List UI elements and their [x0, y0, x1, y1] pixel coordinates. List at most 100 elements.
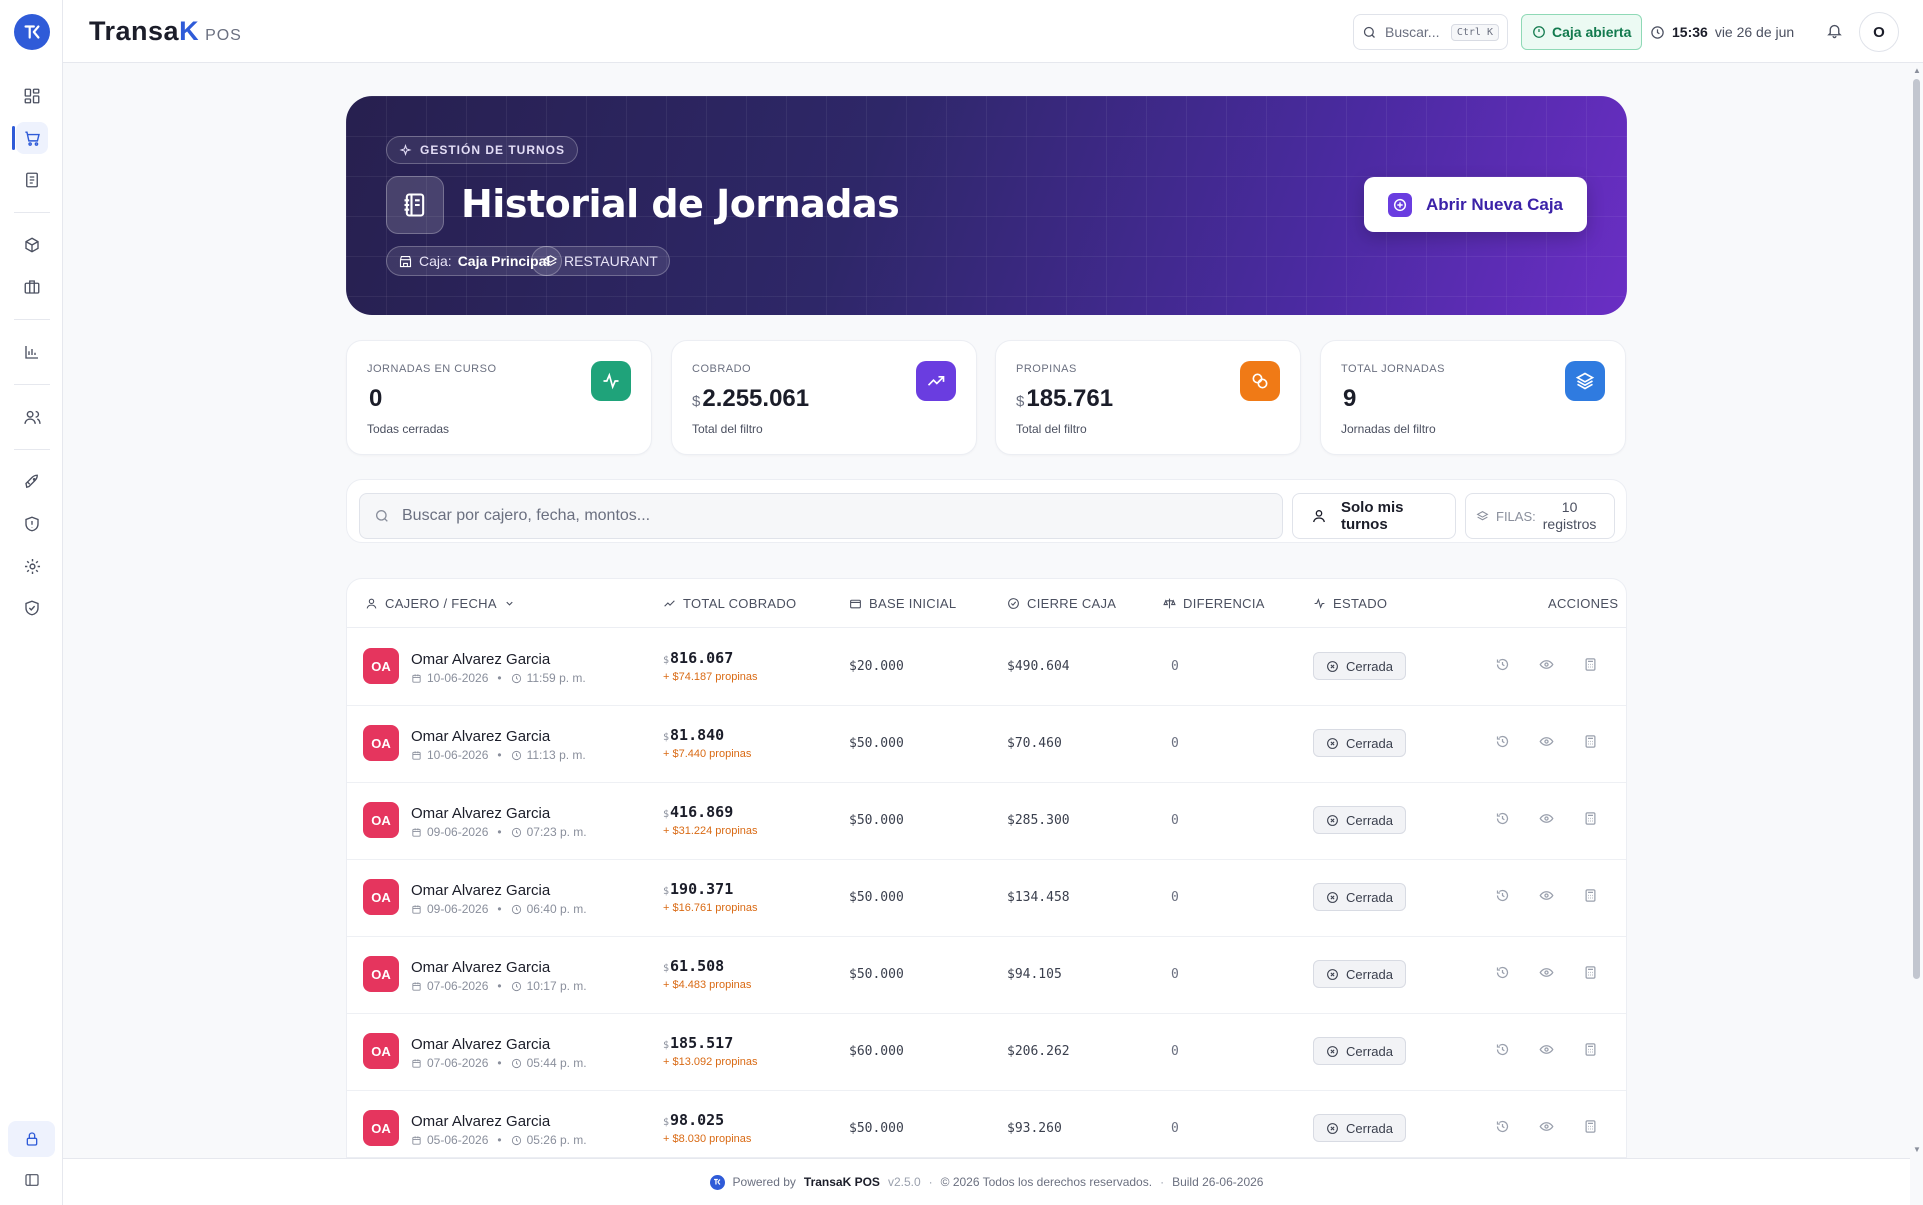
stat-value: $185.761: [1016, 385, 1114, 412]
solo-mis-turnos-button[interactable]: Solo mis turnos: [1292, 493, 1456, 539]
x-circle-icon: [1326, 968, 1339, 981]
stat-label: PROPINAS: [1016, 363, 1077, 375]
page-hero: GESTIÓN DE TURNOS Historial de Jornadas …: [346, 96, 1627, 315]
diferencia: 0: [1171, 1121, 1179, 1136]
history-icon[interactable]: [1495, 734, 1510, 749]
rows-per-page-label: FILAS:: [1496, 508, 1536, 524]
footer-brand[interactable]: TransaK POS: [804, 1175, 880, 1189]
stat-value: 0: [369, 385, 383, 412]
shift-time: 06:40 p. m.: [526, 902, 587, 916]
table-row[interactable]: OA Omar Alvarez Garcia 05-06-2026 • 05:2…: [347, 1091, 1626, 1157]
history-icon[interactable]: [1495, 888, 1510, 903]
jornadas-table: CAJERO / FECHA TOTAL COBRADO BASE INICIA…: [346, 578, 1627, 1158]
diferencia: 0: [1171, 1044, 1179, 1059]
total-cobrado: $185.517: [663, 1034, 734, 1052]
calculator-icon[interactable]: [1583, 1042, 1598, 1057]
cart-icon[interactable]: [12, 122, 48, 154]
shift-date: 10-06-2026: [427, 671, 489, 685]
footer: Powered by TransaK POS v2.5.0 · © 2026 T…: [63, 1158, 1910, 1205]
calendar-icon: [411, 1058, 422, 1069]
shift-date: 09-06-2026: [427, 825, 489, 839]
x-circle-icon: [1326, 660, 1339, 673]
shield-alert-icon[interactable]: [16, 508, 48, 540]
cierre-caja: $490.604: [1007, 659, 1070, 674]
section-chip: GESTIÓN DE TURNOS: [386, 136, 579, 164]
status-badge: Cerrada: [1313, 729, 1406, 757]
calculator-icon[interactable]: [1583, 888, 1598, 903]
briefcase-icon[interactable]: [16, 271, 48, 303]
shield-check-icon[interactable]: [16, 592, 48, 624]
scrollbar[interactable]: ▲ ▼: [1910, 63, 1923, 1158]
history-icon[interactable]: [1495, 1042, 1510, 1057]
cierre-caja: $70.460: [1007, 736, 1062, 751]
table-row[interactable]: OA Omar Alvarez Garcia 10-06-2026 • 11:1…: [347, 706, 1626, 783]
column-header-estado: ESTADO: [1313, 596, 1387, 611]
trending-up-icon: [916, 361, 956, 401]
users-icon[interactable]: [16, 401, 48, 433]
layers-icon: [1565, 361, 1605, 401]
diferencia: 0: [1171, 967, 1179, 982]
app-logo-icon[interactable]: [14, 14, 50, 50]
box-icon[interactable]: [16, 229, 48, 261]
history-icon[interactable]: [1495, 811, 1510, 826]
table-row[interactable]: OA Omar Alvarez Garcia 09-06-2026 • 07:2…: [347, 783, 1626, 860]
check-circle-icon: [1007, 597, 1020, 610]
x-circle-icon: [1326, 814, 1339, 827]
diferencia: 0: [1171, 736, 1179, 751]
rows-per-page-select[interactable]: FILAS: 10 registros: [1465, 493, 1615, 539]
calculator-icon[interactable]: [1583, 811, 1598, 826]
base-inicial: $50.000: [849, 967, 904, 982]
eye-icon[interactable]: [1539, 1119, 1554, 1134]
brand-logo[interactable]: TransaK POS: [89, 16, 242, 47]
stat-sub: Jornadas del filtro: [1341, 422, 1436, 436]
total-cobrado: $816.067: [663, 649, 734, 667]
table-row[interactable]: OA Omar Alvarez Garcia 10-06-2026 • 11:5…: [347, 629, 1626, 706]
user-avatar[interactable]: O: [1859, 12, 1899, 52]
total-cobrado: $81.840: [663, 726, 725, 744]
lock-icon[interactable]: [8, 1121, 55, 1157]
shift-date: 05-06-2026: [427, 1133, 489, 1147]
calculator-icon[interactable]: [1583, 965, 1598, 980]
stat-card-total-jornadas: TOTAL JORNADAS 9 Jornadas del filtro: [1320, 340, 1626, 455]
bell-icon[interactable]: [1826, 22, 1843, 39]
history-icon[interactable]: [1495, 1119, 1510, 1134]
eye-icon[interactable]: [1539, 811, 1554, 826]
eye-icon[interactable]: [1539, 1042, 1554, 1057]
history-icon[interactable]: [1495, 965, 1510, 980]
scroll-up-icon[interactable]: ▲: [1913, 66, 1921, 75]
calendar-icon: [411, 750, 422, 761]
status-badge: Cerrada: [1313, 883, 1406, 911]
table-row[interactable]: OA Omar Alvarez Garcia 07-06-2026 • 05:4…: [347, 1014, 1626, 1091]
table-row[interactable]: OA Omar Alvarez Garcia 07-06-2026 • 10:1…: [347, 937, 1626, 1014]
stat-value: $2.255.061: [692, 385, 810, 412]
gear-icon[interactable]: [16, 550, 48, 582]
eye-icon[interactable]: [1539, 888, 1554, 903]
table-row[interactable]: OA Omar Alvarez Garcia 09-06-2026 • 06:4…: [347, 860, 1626, 937]
search-icon: [1362, 25, 1377, 40]
bar-chart-icon[interactable]: [16, 336, 48, 368]
global-search[interactable]: Buscar... Ctrl K: [1353, 14, 1508, 50]
base-inicial: $50.000: [849, 813, 904, 828]
sidebar-toggle-icon[interactable]: [16, 1164, 48, 1196]
search-input[interactable]: Buscar por cajero, fecha, montos...: [359, 493, 1283, 539]
rocket-icon[interactable]: [16, 466, 48, 498]
calculator-icon[interactable]: [1583, 734, 1598, 749]
scroll-down-icon[interactable]: ▼: [1913, 1145, 1921, 1154]
caja-status-badge[interactable]: Caja abierta: [1521, 14, 1643, 50]
eye-icon[interactable]: [1539, 734, 1554, 749]
scrollbar-thumb[interactable]: [1913, 79, 1920, 979]
calculator-icon[interactable]: [1583, 657, 1598, 672]
dashboard-icon[interactable]: [16, 80, 48, 112]
layers-icon: [543, 254, 558, 269]
open-caja-button[interactable]: Abrir Nueva Caja: [1364, 177, 1587, 232]
column-header-cajero[interactable]: CAJERO / FECHA: [365, 596, 515, 611]
clock-icon: [1650, 25, 1665, 40]
receipt-icon[interactable]: [16, 164, 48, 196]
eye-icon[interactable]: [1539, 965, 1554, 980]
shift-date: 09-06-2026: [427, 902, 489, 916]
eye-icon[interactable]: [1539, 657, 1554, 672]
calculator-icon[interactable]: [1583, 1119, 1598, 1134]
stat-value: 9: [1343, 385, 1357, 412]
history-icon[interactable]: [1495, 657, 1510, 672]
x-circle-icon: [1326, 1122, 1339, 1135]
